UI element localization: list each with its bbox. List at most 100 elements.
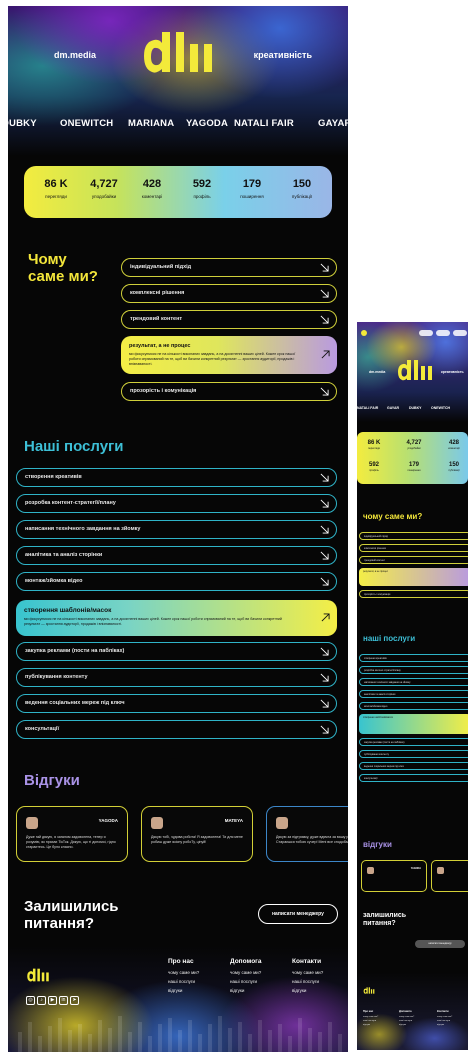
service-item[interactable]: написання технічного завдання на зйомку [359,678,468,686]
tagline: креативність [253,50,312,60]
footer-link[interactable]: відгуки [363,1024,378,1026]
footer-column-contacts: Контакти чому саме ми? наші послуги відг… [292,958,324,993]
why-item[interactable]: трендовий контент [359,556,468,564]
mobile-brand[interactable]: dm.media [369,370,385,374]
avatar [367,867,374,874]
mobile-nav-button[interactable] [419,330,433,336]
footer-link[interactable]: наші послуги [168,979,199,984]
footer-link[interactable]: чому саме ми? [230,970,262,975]
marquee-item[interactable]: DUBKY [409,406,421,410]
review-card[interactable]: YAGODA Дуже raй дякую, я загалом задовол… [16,806,128,862]
footer-link[interactable]: відгуки [168,988,199,993]
service-item[interactable]: розробка контент-стратегії/плану [359,666,468,674]
stat-comments: 428 коментарі [141,178,163,199]
service-item[interactable]: монтаж/зйомка відео [359,702,468,710]
marquee-item[interactable]: ONEWITCH [60,118,113,129]
avatar [151,817,163,829]
footer-link[interactable]: відгуки [230,988,262,993]
why-item[interactable]: індивідуальний підхід [121,258,337,277]
dm-logo-icon[interactable] [140,24,216,80]
dm-logo-icon[interactable] [395,356,435,384]
footer-link[interactable]: наші послуги [437,1020,452,1022]
why-item-expanded[interactable]: результат, а не процес ми фокусуємося не… [121,336,337,374]
service-item[interactable]: консультації [359,774,468,782]
service-item[interactable]: створення креативів [16,468,337,487]
contact-manager-button[interactable]: написати менеджеру [258,904,338,924]
mobile-contact-manager-button[interactable]: написати менеджеру [415,940,465,948]
footer-link[interactable]: відгуки [292,988,323,993]
service-item[interactable]: розробка контент-стратегії/плану [16,494,337,513]
why-item[interactable]: прозорість і комунікація [359,590,468,598]
footer-link[interactable]: чому саме ми? [399,1016,414,1018]
why-item[interactable]: прозорість і комунікація [121,382,337,401]
marquee-item[interactable]: MARIANA [128,118,174,129]
review-card[interactable] [431,860,468,892]
arrow-down-right-icon [320,499,329,508]
marquee-item[interactable]: NATALI FAIR [357,406,378,410]
tiktok-icon[interactable]: ♪ [37,996,46,1005]
why-item[interactable]: індивідуальний підхід [359,532,468,540]
reviewer-name: YAGODA [410,867,421,870]
client-marquee: DUBKY ONEWITCH MARIANA YAGODA NATALI FAI… [8,118,348,132]
service-item[interactable]: ведення соціальних мереж під ключ [16,694,337,713]
marquee-item[interactable]: GAYAR [387,406,399,410]
avatar [437,867,444,874]
why-item-expanded[interactable]: результат, а не процес [359,568,468,586]
mobile-footer: Про нас чому саме ми? наші послуги відгу… [357,972,468,1050]
service-item[interactable]: публікування контенту [16,668,337,687]
footer-link[interactable]: відгуки [399,1024,414,1026]
review-card[interactable]: YAGODA [361,860,427,892]
mobile-tagline: креативність [441,370,464,374]
dm-logo-icon[interactable] [363,986,375,995]
footer-link[interactable]: чому саме ми? [363,1016,378,1018]
service-item[interactable]: створення креативів [359,654,468,662]
marquee-item[interactable]: NATALI FAIR [234,118,294,129]
service-item[interactable]: написання технічного завдання на зйомку [16,520,337,539]
telegram-icon[interactable]: ➤ [70,996,79,1005]
desktop-page: dm.media креативність DUBKY ONEWITCH MAR… [8,6,348,1052]
marquee-item[interactable]: GAYAR [318,118,348,129]
equalizer-decoration [18,1016,342,1052]
mobile-nav-button[interactable] [453,330,467,336]
service-item[interactable]: монтаж/зйомка відео [16,572,337,591]
service-item[interactable]: ведення соціальних мереж під ключ [359,762,468,770]
brand-name[interactable]: dm.media [54,50,96,60]
footer-link[interactable]: чому саме ми? [168,970,199,975]
footer-link[interactable]: наші послуги [230,979,262,984]
footer-link[interactable]: наші послуги [363,1020,378,1022]
footer-link[interactable]: наші послуги [292,979,323,984]
review-card[interactable]: Дякую за підтримку, дуже вдячна за вашу … [266,806,348,862]
arrow-down-right-icon [320,577,329,586]
stat-likes: 4,727 уподобайки [90,178,118,199]
why-item[interactable]: комплексні рішення [359,544,468,552]
youtube-icon[interactable]: ▶ [48,996,57,1005]
footer-link[interactable]: чому саме ми? [437,1016,452,1018]
why-item[interactable]: комплексні рішення [121,284,337,303]
dm-logo-icon[interactable] [26,966,50,984]
footer-link[interactable]: чому саме ми? [292,970,323,975]
service-item-expanded[interactable]: створення шаблонів/масок [359,714,468,734]
service-item[interactable]: аналітика та аналіз сторінки [359,690,468,698]
footer-link[interactable]: відгуки [437,1024,452,1026]
avatar [276,817,288,829]
arrow-down-right-icon [320,387,329,396]
service-item[interactable]: закупка реклами (пости на пабліках) [16,642,337,661]
mobile-stats: 86 Kперегляди 4,727 уподобайки 428 комента… [357,432,468,484]
service-item[interactable]: консультації [16,720,337,739]
service-item[interactable]: публікування контенту [359,750,468,758]
service-item[interactable]: закупка реклами (пости на пабліках) [359,738,468,746]
instagram-icon[interactable]: ◎ [26,996,35,1005]
why-item[interactable]: трендовий контент [121,310,337,329]
service-item[interactable]: аналітика та аналіз сторінки [16,546,337,565]
review-card[interactable]: MATEYA Дякую тобі, чудова робота! Я задо… [141,806,253,862]
mobile-nav-button[interactable] [436,330,450,336]
marquee-item[interactable]: YAGODA [186,118,228,129]
arrow-down-right-icon [320,315,329,324]
service-item-expanded[interactable]: створення шаблонів/масок ми фокусуємося … [16,600,337,636]
marquee-item[interactable]: ONEWITCH [431,406,450,410]
footer-link[interactable]: наші послуги [399,1020,414,1022]
marquee-item[interactable]: DUBKY [8,118,37,129]
linkedin-icon[interactable]: in [59,996,68,1005]
stat-comments: 428 коментарі [448,440,460,450]
mobile-hero: dm.media креативність NATALI FAIR GAYAR … [357,322,468,422]
